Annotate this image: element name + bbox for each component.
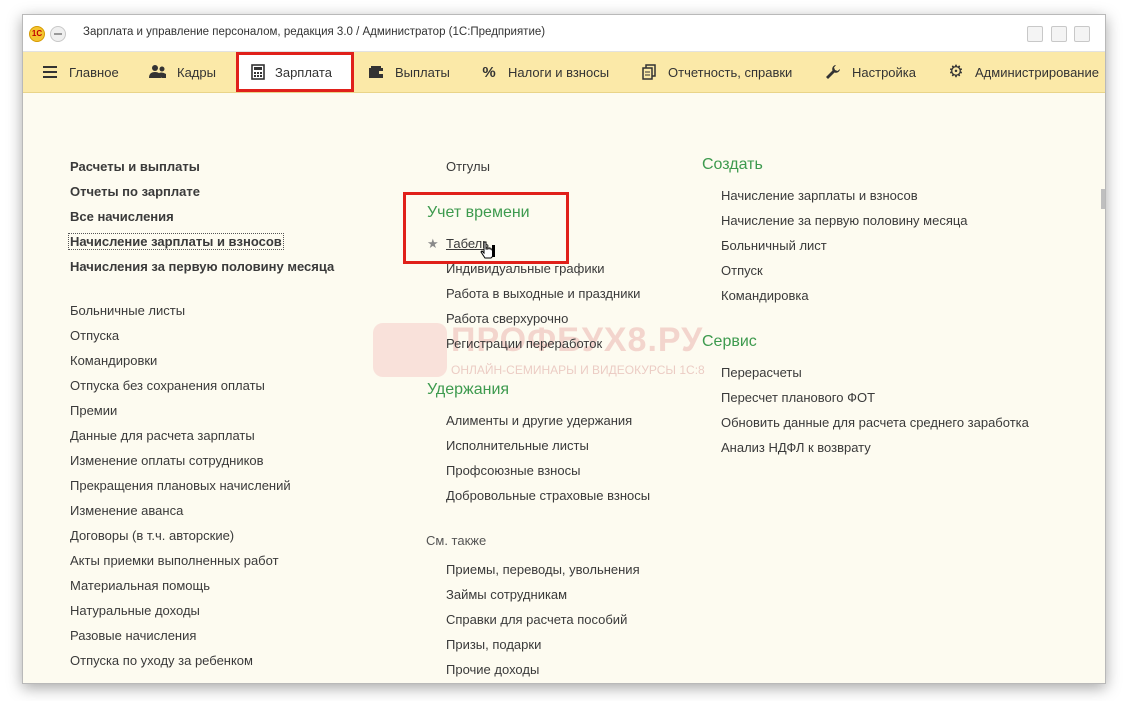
link-time-off[interactable]: Отгулы: [446, 159, 490, 174]
list-item[interactable]: Прекращения плановых начислений: [70, 478, 291, 493]
section-header-time-tracking: Учет времени: [427, 204, 530, 221]
list-item[interactable]: Командировки: [70, 353, 157, 368]
list-item[interactable]: Начисление зарплаты и взносов: [721, 188, 918, 203]
list-item[interactable]: Добровольные страховые взносы: [446, 488, 650, 503]
save-icon[interactable]: [1027, 26, 1043, 42]
hamburger-icon: [41, 63, 59, 81]
watermark-logo-icon: [373, 323, 447, 377]
star-icon[interactable]: ★: [427, 236, 439, 252]
list-item[interactable]: Приемы, переводы, увольнения: [446, 562, 640, 577]
list-item[interactable]: Отпуска: [70, 328, 119, 343]
list-item[interactable]: Изменение оплаты сотрудников: [70, 453, 264, 468]
list-item[interactable]: Пересчет планового ФОТ: [721, 390, 875, 405]
list-item[interactable]: Премии: [70, 403, 117, 418]
list-item[interactable]: Больничные листы: [70, 303, 185, 318]
list-item[interactable]: Алименты и другие удержания: [446, 413, 632, 428]
main-menu-icon[interactable]: [50, 26, 66, 42]
tab-salary[interactable]: Зарплата: [236, 52, 354, 92]
list-item[interactable]: Командировка: [721, 288, 809, 303]
app-window: 1С Зарплата и управление персоналом, ред…: [22, 14, 1106, 684]
tab-label: Главное: [69, 64, 119, 80]
list-item[interactable]: Натуральные доходы: [70, 603, 200, 618]
list-item[interactable]: Больничный лист: [721, 238, 827, 253]
section-panel: Главное Кадры Зарплата Выплаты % Налоги …: [23, 52, 1105, 93]
tab-main[interactable]: Главное: [41, 52, 119, 92]
section-header-deductions: Удержания: [427, 381, 510, 398]
section-header-create: Создать: [702, 156, 763, 173]
documents-icon: [640, 63, 658, 81]
title-bar: 1С Зарплата и управление персоналом, ред…: [23, 15, 1105, 52]
percent-icon: %: [482, 63, 496, 81]
list-item[interactable]: Анализ НДФЛ к возврату: [721, 440, 871, 455]
list-item[interactable]: Изменение аванса: [70, 503, 183, 518]
hand-cursor-icon: [480, 241, 495, 259]
tab-reports[interactable]: Отчетность, справки: [640, 52, 792, 92]
app-logo-icon[interactable]: 1С: [29, 26, 45, 42]
list-item[interactable]: Регистрации переработок: [446, 336, 602, 351]
tab-payments[interactable]: Выплаты: [367, 52, 450, 92]
link-payroll-and-payments[interactable]: Расчеты и выплаты: [70, 159, 200, 174]
tab-taxes[interactable]: % Налоги и взносы: [480, 52, 609, 92]
wallet-icon: [367, 63, 385, 81]
tab-label: Налоги и взносы: [508, 64, 610, 80]
scrollbar[interactable]: [1101, 189, 1105, 209]
tab-label: Кадры: [177, 64, 216, 80]
list-item[interactable]: Прочие доходы: [446, 662, 539, 677]
list-item[interactable]: Исполнительные листы: [446, 438, 589, 453]
list-item[interactable]: Отпуска без сохранения оплаты: [70, 378, 265, 393]
list-item[interactable]: Материальная помощь: [70, 578, 210, 593]
list-item[interactable]: Призы, подарки: [446, 637, 541, 652]
section-content: ПРОФБУХ8.РУ ОНЛАЙН-СЕМИНАРЫ И ВИДЕОКУРСЫ…: [23, 93, 1105, 683]
print-icon[interactable]: [1051, 26, 1067, 42]
tab-settings[interactable]: Настройка: [824, 52, 916, 92]
link-all-accruals[interactable]: Все начисления: [70, 209, 174, 224]
tab-label: Зарплата: [275, 64, 332, 80]
users-icon: [149, 63, 167, 81]
list-item[interactable]: Профсоюзные взносы: [446, 463, 580, 478]
tab-administration[interactable]: ⚙ Администрирование: [947, 52, 1099, 92]
list-item[interactable]: Данные для расчета зарплаты: [70, 428, 255, 443]
section-header-see-also: См. также: [426, 533, 487, 548]
list-item[interactable]: Отпуск: [721, 263, 763, 278]
search-icon[interactable]: [1074, 26, 1090, 42]
list-item[interactable]: Перерасчеты: [721, 365, 802, 380]
link-first-half-accruals[interactable]: Начисления за первую половину месяца: [70, 259, 334, 274]
gear-icon: ⚙: [948, 62, 964, 81]
calculator-icon: [251, 63, 265, 81]
window-title: Зарплата и управление персоналом, редакц…: [83, 26, 546, 38]
tab-personnel[interactable]: Кадры: [149, 52, 216, 92]
list-item[interactable]: Отпуска по уходу за ребенком: [70, 653, 253, 668]
list-item[interactable]: Займы сотрудникам: [446, 587, 567, 602]
section-header-service: Сервис: [702, 333, 757, 350]
list-item[interactable]: Разовые начисления: [70, 628, 196, 643]
list-item[interactable]: Индивидуальные графики: [446, 261, 605, 276]
list-item[interactable]: Справки для расчета пособий: [446, 612, 627, 627]
list-item[interactable]: Обновить данные для расчета среднего зар…: [721, 415, 1029, 430]
tab-label: Выплаты: [395, 64, 450, 80]
tab-label: Настройка: [852, 64, 916, 80]
tab-label: Отчетность, справки: [668, 64, 793, 80]
list-item[interactable]: Договоры (в т.ч. авторские): [70, 528, 234, 543]
wrench-icon: [824, 63, 842, 81]
watermark-subtext: ОНЛАЙН-СЕМИНАРЫ И ВИДЕОКУРСЫ 1С:8: [451, 363, 705, 377]
link-salary-accrual[interactable]: Начисление зарплаты и взносов: [68, 233, 284, 250]
list-item[interactable]: Работа в выходные и праздники: [446, 286, 640, 301]
list-item[interactable]: Работа сверхурочно: [446, 311, 568, 326]
list-item[interactable]: Начисление за первую половину месяца: [721, 213, 968, 228]
tab-label: Администрирование: [975, 64, 1099, 80]
link-payroll-reports[interactable]: Отчеты по зарплате: [70, 184, 200, 199]
list-item[interactable]: Акты приемки выполненных работ: [70, 553, 279, 568]
